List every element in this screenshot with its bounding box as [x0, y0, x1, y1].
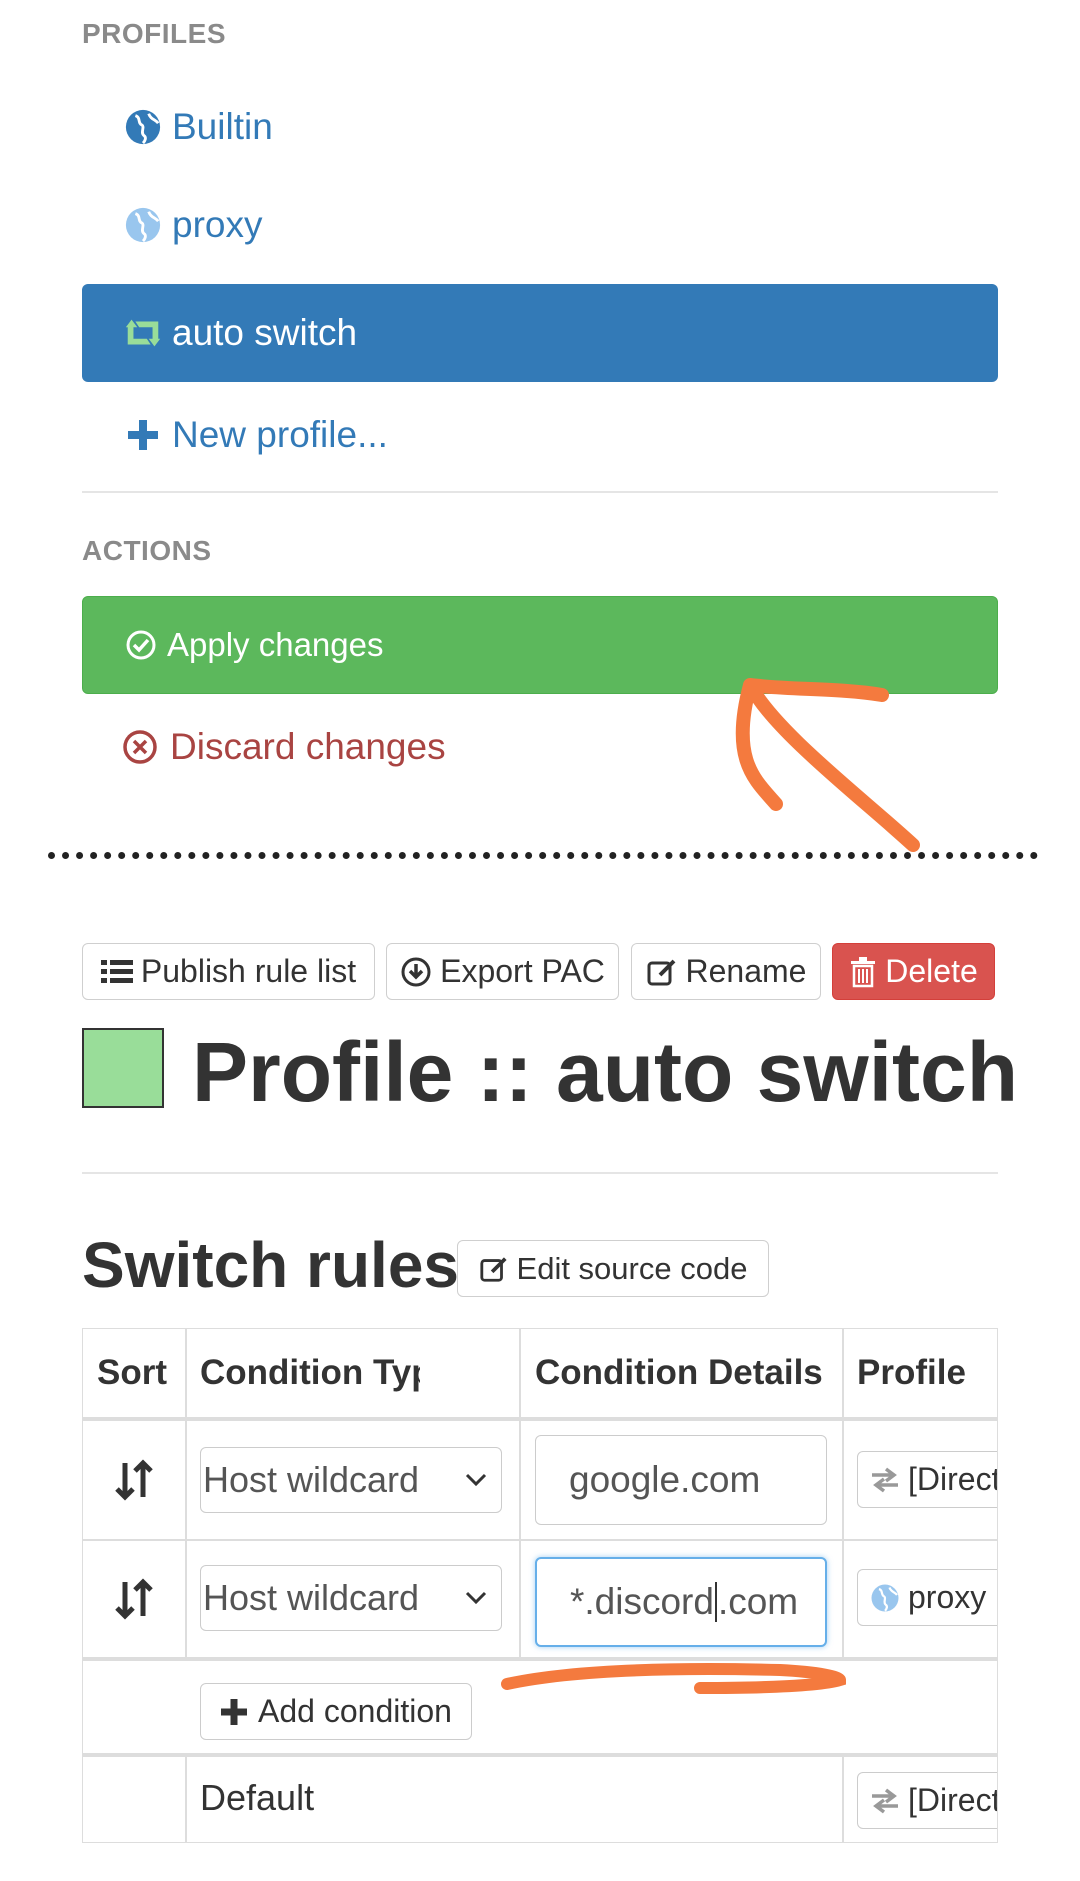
globe-icon — [870, 1583, 900, 1613]
profile-item-label: proxy — [172, 204, 263, 245]
discard-changes-button[interactable]: Discard changes — [82, 698, 998, 796]
input-value-before-caret: *.discord — [570, 1581, 714, 1622]
plus-icon — [122, 414, 164, 456]
edit-icon — [479, 1254, 509, 1284]
edit-icon — [646, 956, 678, 988]
times-circle-icon — [122, 729, 158, 765]
profile-item-auto-switch[interactable]: auto switch — [82, 284, 998, 382]
profiles-section-header: PROFILES — [82, 18, 227, 49]
rename-button[interactable]: Rename — [631, 943, 821, 1000]
export-pac-label: Export PAC — [440, 953, 605, 989]
text-caret — [714, 1582, 717, 1622]
dotted-separator — [48, 852, 1038, 859]
list-icon — [100, 958, 133, 986]
condition-details-input[interactable]: *.discord .com — [535, 1557, 827, 1647]
retweet-icon — [122, 312, 164, 354]
trash-icon — [849, 956, 877, 988]
page-title: Profile :: auto switch — [192, 1025, 1019, 1119]
profile-select-button[interactable]: proxy — [857, 1569, 997, 1626]
grid-line — [83, 1657, 997, 1661]
grid-line — [83, 1417, 997, 1421]
chevron-down-icon — [465, 1591, 487, 1605]
publish-rule-list-label: Publish rule list — [140, 953, 357, 989]
sort-handle[interactable] — [83, 1421, 185, 1539]
column-header-label: Condition Type — [200, 1353, 420, 1392]
grid-line — [842, 1329, 844, 1657]
switch-rules-title: Switch rules — [82, 1229, 459, 1301]
edit-source-code-label: Edit source code — [516, 1250, 748, 1286]
profile-item-label: auto switch — [172, 312, 358, 353]
download-circle-icon — [400, 956, 432, 988]
apply-changes-button[interactable]: Apply changes — [82, 596, 998, 694]
grid-line — [842, 1753, 844, 1842]
globe-icon — [122, 106, 164, 148]
profile-value: proxy — [908, 1579, 987, 1615]
export-pac-button[interactable]: Export PAC — [386, 943, 619, 1000]
sort-icon — [114, 1577, 154, 1620]
sort-handle[interactable] — [83, 1540, 185, 1657]
delete-button[interactable]: Delete — [832, 943, 995, 1000]
column-header-sort: Sort — [97, 1353, 167, 1392]
column-header-condition-details: Condition Details — [535, 1353, 823, 1392]
check-circle-icon — [125, 629, 157, 661]
grid-line — [83, 1539, 997, 1541]
rename-label: Rename — [685, 953, 807, 989]
condition-type-select[interactable]: Host wildcard — [200, 1565, 502, 1631]
title-divider — [82, 1172, 998, 1174]
apply-changes-label: Apply changes — [167, 626, 384, 663]
chevron-down-icon — [465, 1473, 487, 1487]
profile-item-proxy[interactable]: proxy — [82, 176, 998, 274]
new-profile-button[interactable]: New profile... — [82, 386, 998, 484]
input-value-after-caret: .com — [717, 1581, 799, 1622]
grid-line — [83, 1753, 997, 1757]
globe-icon — [122, 204, 164, 246]
grid-line — [185, 1753, 187, 1842]
default-label: Default — [200, 1777, 315, 1818]
default-profile-button[interactable]: [Direct] — [857, 1772, 997, 1829]
delete-label: Delete — [885, 953, 978, 989]
add-condition-label: Add condition — [258, 1693, 452, 1729]
profile-item-builtin[interactable]: Builtin — [82, 78, 998, 176]
profile-color-swatch[interactable] — [82, 1028, 164, 1108]
select-value: Host wildcard — [203, 1459, 420, 1500]
exchange-icon — [870, 1788, 900, 1814]
select-value: Host wildcard — [203, 1577, 420, 1618]
edit-source-code-button[interactable]: Edit source code — [457, 1240, 769, 1297]
switch-rules-table: Sort Condition Type ? Condition Details … — [82, 1328, 998, 1843]
discard-changes-label: Discard changes — [170, 726, 446, 767]
section-divider — [82, 491, 998, 493]
publish-rule-list-button[interactable]: Publish rule list — [82, 943, 375, 1000]
grid-line — [519, 1329, 521, 1657]
profile-select-button[interactable]: [Direct] — [857, 1451, 997, 1508]
condition-details-input[interactable]: google.com — [535, 1435, 827, 1525]
column-header-profile: Profile — [857, 1353, 966, 1392]
new-profile-label: New profile... — [172, 414, 388, 455]
actions-section-header: ACTIONS — [82, 535, 212, 566]
profile-value: [Direct] — [908, 1782, 997, 1818]
exchange-icon — [870, 1467, 900, 1493]
plus-icon — [220, 1698, 248, 1726]
input-value: google.com — [569, 1459, 761, 1500]
add-condition-button[interactable]: Add condition — [200, 1683, 472, 1740]
column-header-condition-type: Condition Type ? — [200, 1329, 420, 1417]
profile-item-label: Builtin — [172, 106, 273, 147]
sort-icon — [114, 1459, 154, 1501]
profile-value: [Direct] — [908, 1461, 997, 1497]
condition-type-select[interactable]: Host wildcard — [200, 1447, 502, 1513]
grid-line — [185, 1329, 187, 1657]
